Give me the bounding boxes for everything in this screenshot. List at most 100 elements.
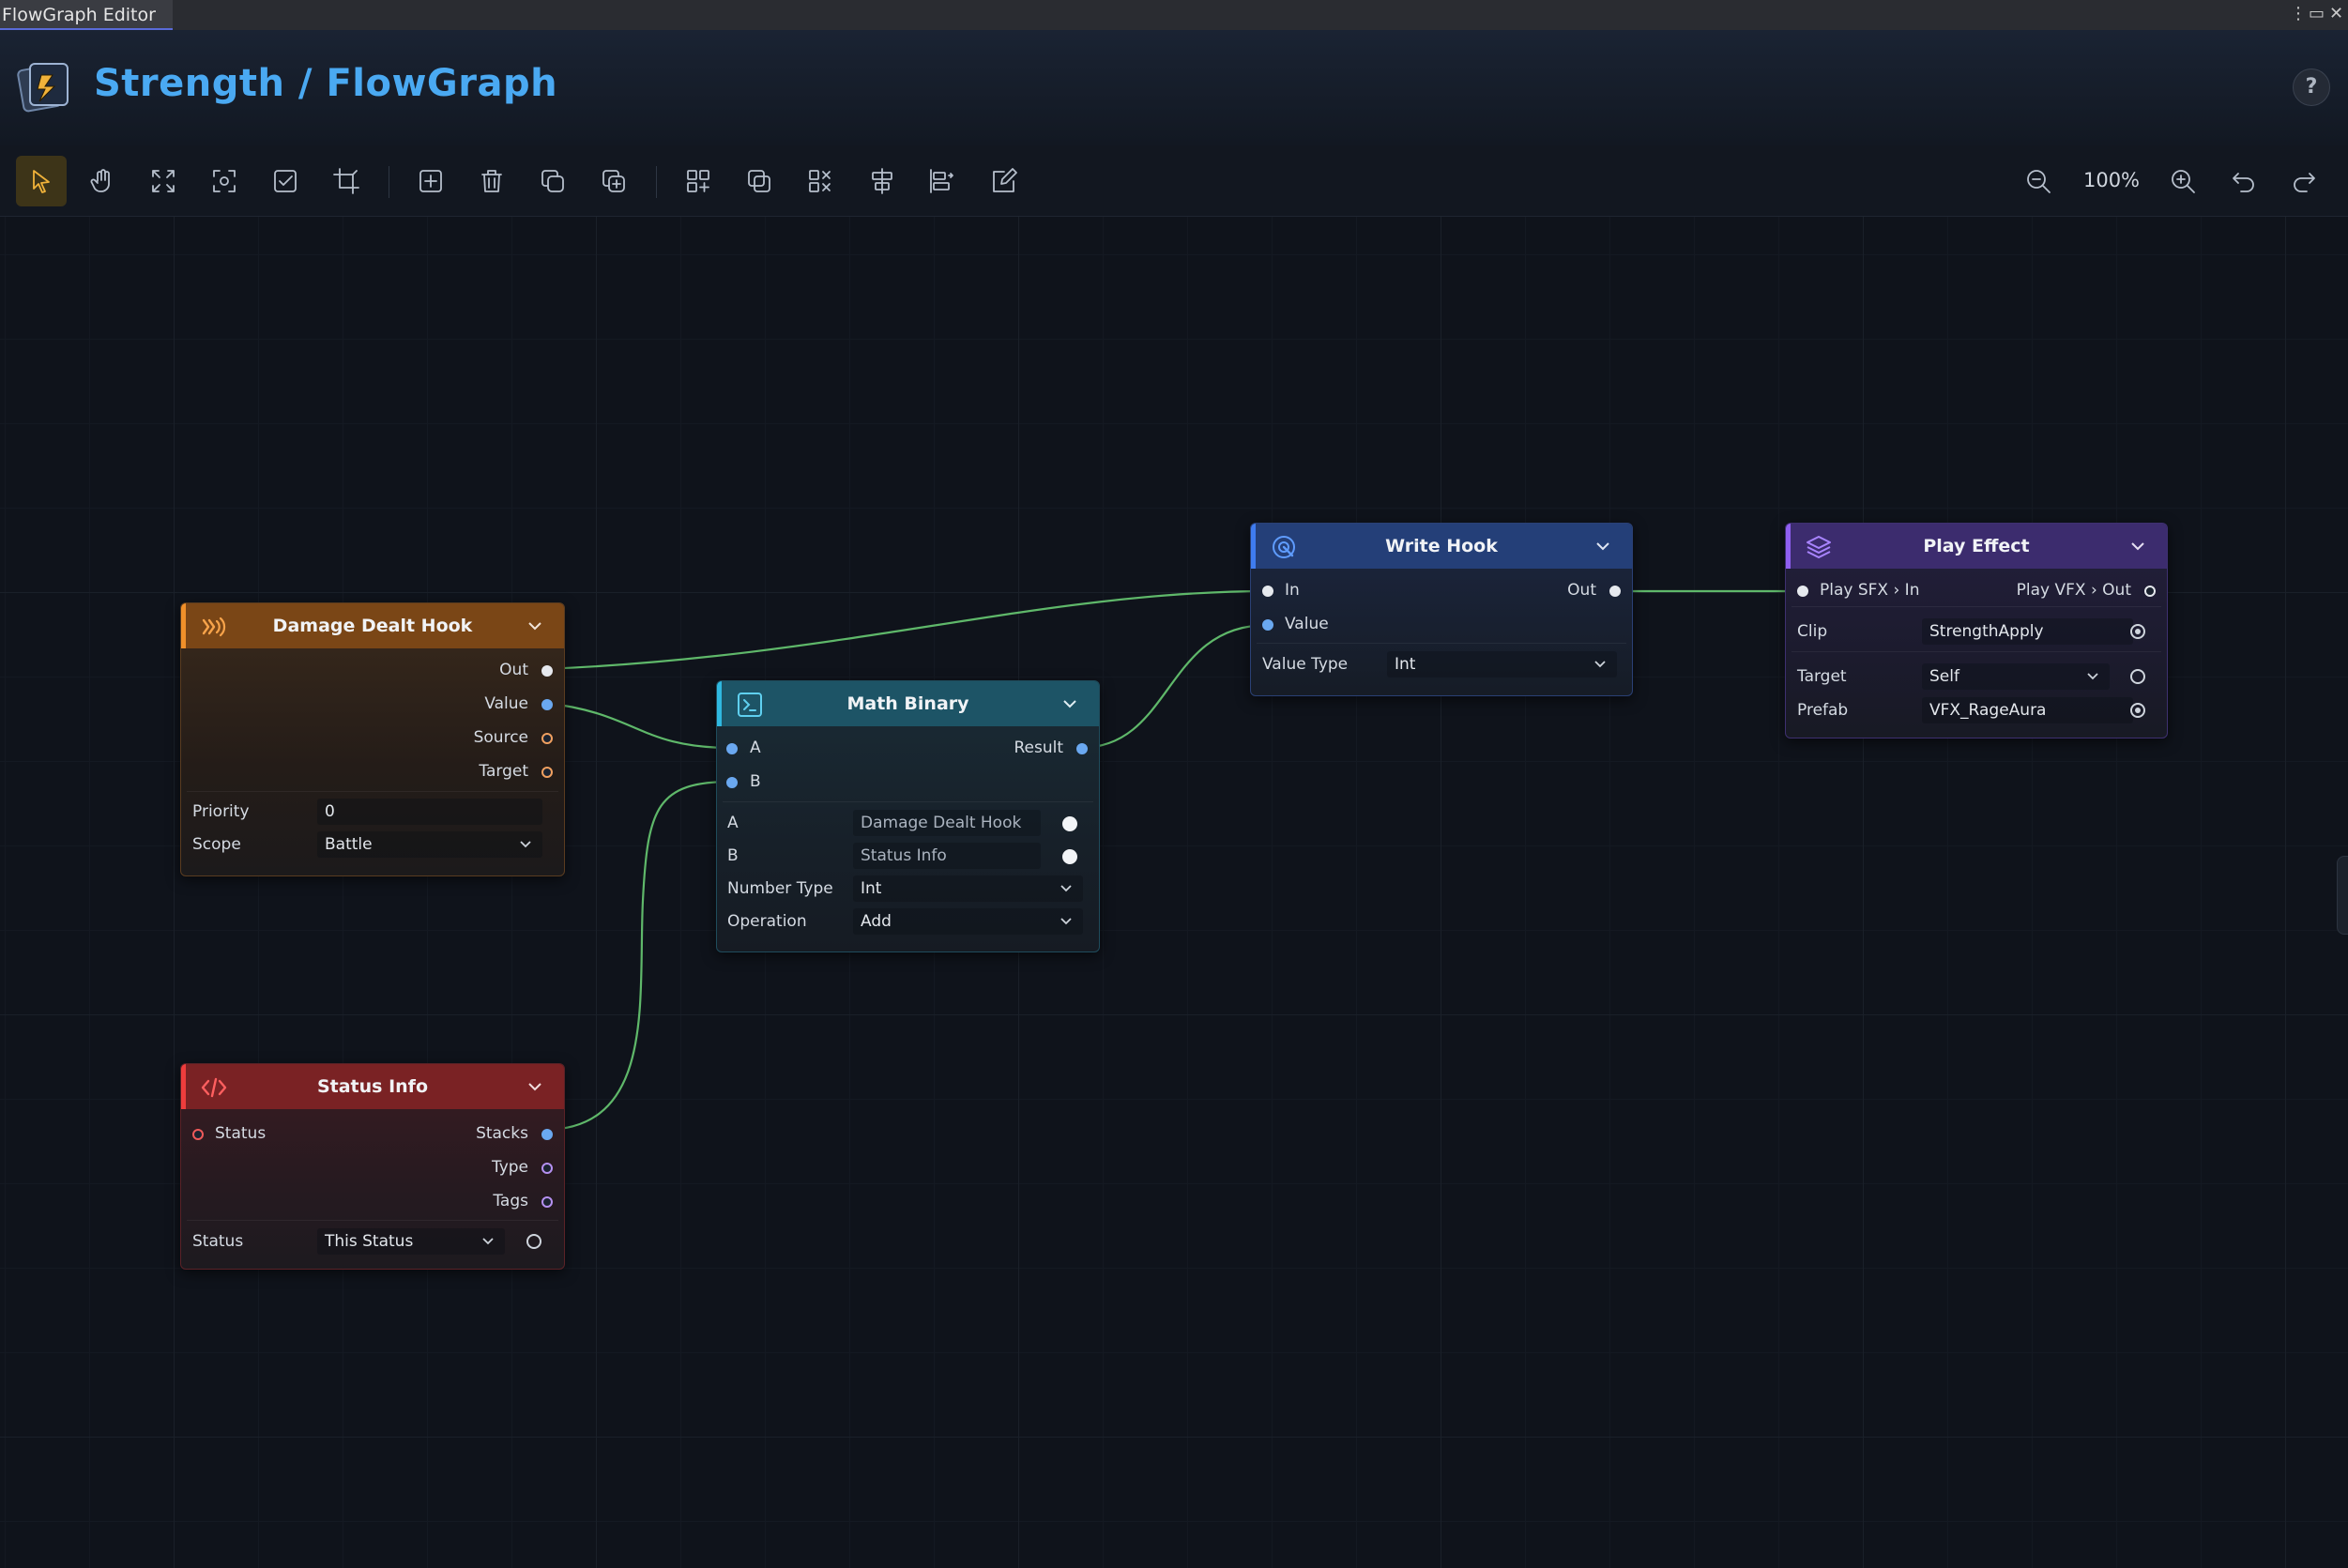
status-select[interactable]: This Status <box>317 1228 505 1255</box>
port-target[interactable] <box>541 767 553 778</box>
edit-graph-button[interactable] <box>979 156 1029 206</box>
copy-node-button[interactable] <box>588 156 639 206</box>
node-header[interactable]: Play Effect <box>1786 524 2167 569</box>
port-out[interactable] <box>541 665 553 677</box>
ungroup-nodes-button[interactable] <box>795 156 846 206</box>
chevron-down-icon <box>2087 673 2098 680</box>
chevron-down-icon[interactable] <box>2129 538 2146 555</box>
number-type-value: Int <box>861 879 882 898</box>
port-play-vfx-out[interactable] <box>2144 586 2156 597</box>
focus-selection-button[interactable] <box>199 156 250 206</box>
port-status-in[interactable] <box>192 1129 204 1140</box>
window-menu-icon[interactable]: ⋮ <box>2290 4 2307 24</box>
duplicate-node-button[interactable] <box>527 156 578 206</box>
grid-x-icon <box>809 170 831 192</box>
port-label-out: Out <box>499 661 528 679</box>
undo-button[interactable] <box>2218 156 2269 206</box>
chevron-down-icon <box>482 1238 494 1245</box>
port-label-result: Result <box>1014 738 1063 757</box>
target-picker[interactable] <box>2130 669 2145 684</box>
window-tab[interactable]: FlowGraph Editor <box>0 0 173 30</box>
node-header[interactable]: Write Hook <box>1251 524 1632 569</box>
toolbar: 100% <box>0 145 2348 217</box>
port-label-value: Value <box>1285 615 1329 633</box>
chevron-down-icon[interactable] <box>1061 695 1078 712</box>
status-picker[interactable] <box>526 1234 541 1249</box>
port-a-in[interactable] <box>726 743 738 754</box>
help-button[interactable]: ? <box>2293 69 2330 106</box>
expand-icon <box>152 170 175 192</box>
scope-select[interactable]: Battle <box>317 831 542 858</box>
port-result[interactable] <box>1076 743 1088 754</box>
node-divider <box>187 791 558 792</box>
node-damage-dealt-hook[interactable]: Damage Dealt Hook Out Value Source Targe… <box>180 602 565 876</box>
zoom-in-button[interactable] <box>2157 156 2208 206</box>
fit-view-button[interactable] <box>138 156 189 206</box>
select-group-button[interactable] <box>734 156 785 206</box>
add-node-button[interactable] <box>405 156 456 206</box>
number-type-select[interactable]: Int <box>853 875 1083 902</box>
port-out[interactable] <box>1609 586 1621 597</box>
port-value-in[interactable] <box>1262 619 1273 631</box>
node-write-hook[interactable]: Write Hook In Value Out Value Type Int <box>1250 523 1633 696</box>
distribute-nodes-button[interactable] <box>916 156 967 206</box>
port-stacks[interactable] <box>541 1129 553 1140</box>
zoom-in-icon <box>2172 170 2195 193</box>
pan-tool-button[interactable] <box>77 156 128 206</box>
crop-tool-button[interactable] <box>321 156 372 206</box>
chevron-down-icon[interactable] <box>526 1078 543 1095</box>
group-nodes-button[interactable] <box>673 156 724 206</box>
chevron-down-icon <box>1060 918 1072 925</box>
app-logo-icon <box>17 60 71 114</box>
port-source[interactable] <box>541 733 553 744</box>
code-icon <box>201 1077 227 1098</box>
port-play-sfx-in[interactable] <box>1797 586 1808 597</box>
operation-select[interactable]: Add <box>853 908 1083 935</box>
select-all-button[interactable] <box>260 156 311 206</box>
a-source-field[interactable]: Damage Dealt Hook <box>853 810 1041 836</box>
port-tags[interactable] <box>541 1196 553 1208</box>
port-label-a: A <box>750 738 761 757</box>
zoom-out-button[interactable] <box>2013 156 2064 206</box>
chevron-down-icon[interactable] <box>526 617 543 634</box>
a-source-picker[interactable] <box>1062 816 1077 831</box>
graph-canvas[interactable] <box>0 217 2348 1568</box>
port-b-in[interactable] <box>726 777 738 788</box>
port-value[interactable] <box>541 699 553 710</box>
prefab-value: VFX_RageAura <box>1929 701 2047 720</box>
delete-node-button[interactable] <box>466 156 517 206</box>
target-select[interactable]: Self <box>1922 663 2110 690</box>
port-type[interactable] <box>541 1163 553 1174</box>
b-source-picker[interactable] <box>1062 849 1077 864</box>
clip-picker-icon[interactable] <box>2130 624 2145 639</box>
prefab-picker-icon[interactable] <box>2130 703 2145 718</box>
node-play-effect[interactable]: Play Effect Play SFX › In Play VFX › Out… <box>1785 523 2168 738</box>
editor-header: Strength / FlowGraph ? <box>0 30 2348 145</box>
distribute-icon <box>930 169 953 193</box>
page-title: Strength / FlowGraph <box>94 62 558 105</box>
node-math-binary[interactable]: Math Binary A B Result A Damage Dealt Ho… <box>716 680 1100 952</box>
chevron-down-icon <box>1060 885 1072 892</box>
a-label: A <box>727 814 739 832</box>
side-panel-handle[interactable] <box>2337 856 2348 935</box>
port-label-play-sfx-in: Play SFX › In <box>1820 581 1920 600</box>
port-in[interactable] <box>1262 586 1273 597</box>
edit-icon <box>993 168 1017 192</box>
align-center-button[interactable] <box>857 156 907 206</box>
redo-icon <box>2294 173 2315 192</box>
node-header[interactable]: Status Info <box>181 1064 564 1109</box>
node-header[interactable]: Damage Dealt Hook <box>181 603 564 648</box>
priority-input[interactable]: 0 <box>317 799 542 825</box>
b-source-field[interactable]: Status Info <box>853 843 1041 869</box>
port-label-b: B <box>750 772 761 791</box>
value-type-select[interactable]: Int <box>1387 651 1617 677</box>
select-tool-button[interactable] <box>16 156 67 206</box>
node-header[interactable]: Math Binary <box>717 681 1099 726</box>
chevron-down-icon[interactable] <box>1594 538 1611 555</box>
node-status-info[interactable]: Status Info Status Stacks Type Tags Stat… <box>180 1063 565 1270</box>
window-close-icon[interactable]: ✕ <box>2329 4 2343 24</box>
redo-button[interactable] <box>2279 156 2329 206</box>
prefab-field[interactable]: VFX_RageAura <box>1922 697 2133 723</box>
clip-field[interactable]: StrengthApply <box>1922 618 2133 645</box>
window-maximize-icon[interactable]: ▭ <box>2309 4 2325 24</box>
